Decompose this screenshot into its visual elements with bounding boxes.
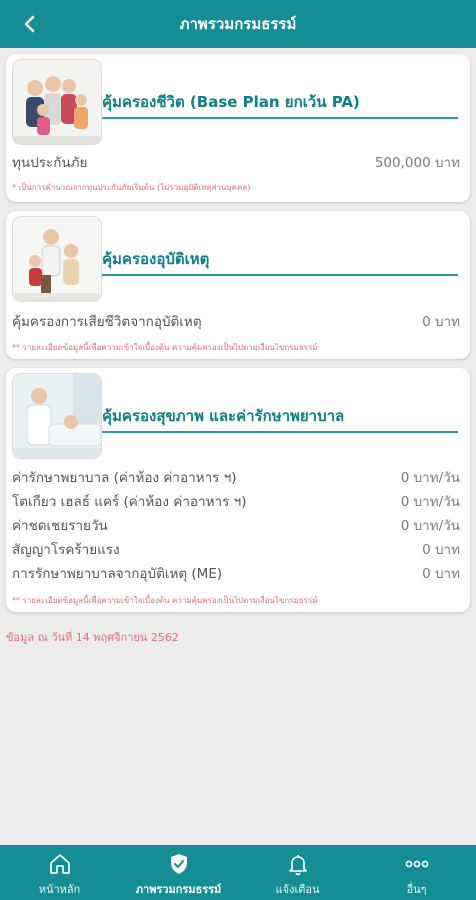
nav-label: หน้าหลัก [38, 883, 81, 896]
row-value: 500,000 บาท [374, 155, 460, 171]
coverage-row: สัญญาโรคร้ายแรง 0 บาท [12, 538, 460, 560]
row-value: 0 บาท [422, 566, 460, 582]
back-button[interactable] [14, 8, 46, 40]
coverage-row: การรักษาพยาบาลจากอุบัติเหตุ (ME) 0 บาท [12, 562, 460, 584]
card-title: คุ้มครองอุบัติเหตุ [102, 250, 210, 268]
coverage-row: โตเกียว เฮลธ์ แคร์ (ค่าห้อง ค่าอาหาร ฯ) … [12, 490, 460, 512]
card-title: คุ้มครองชีวิต (Base Plan ยกเว้น PA) [102, 93, 360, 111]
health-coverage-card[interactable]: คุ้มครองสุขภาพ และค่ารักษาพยาบาล ค่ารักษ… [6, 368, 470, 612]
bottom-nav: หน้าหลัก ภาพรวมกรมธรรม์ แจ้งเตือน อื่นๆ [0, 845, 476, 900]
life-coverage-card[interactable]: คุ้มครองชีวิต (Base Plan ยกเว้น PA) ทุนป… [6, 54, 470, 202]
nav-label: ภาพรวมกรมธรรม์ [135, 883, 222, 896]
row-value: 0 บาท [422, 314, 460, 330]
footnote: * เป็นการคำนวณจากทุนประกันภัยเริ่มต้น (ไ… [12, 183, 251, 192]
footnote: ** รายละเอียดข้อมูลนี้เพื่อความเข้าใจเบื… [12, 343, 318, 352]
chevron-left-icon [24, 15, 35, 33]
row-label: ค่าชดเชยรายวัน [12, 518, 108, 534]
data-as-of-date: ข้อมูล ณ วันที่ 14 พฤศจิกายน 2562 [6, 631, 179, 644]
row-label: ค่ารักษาพยาบาล (ค่าห้อง ค่าอาหาร ฯ) [12, 470, 237, 486]
nav-label: อื่นๆ [406, 883, 427, 896]
footnote: ** รายละเอียดข้อมูลนี้เพื่อความเข้าใจเบื… [12, 596, 318, 605]
family-photo [13, 60, 101, 144]
doctor-patient-photo [13, 374, 101, 458]
family-outdoor-photo [13, 217, 101, 301]
nav-home[interactable]: หน้าหลัก [0, 845, 119, 900]
accident-coverage-card[interactable]: คุ้มครองอุบัติเหตุ คุ้มครองการเสียชีวิตจ… [6, 211, 470, 359]
bell-icon [285, 852, 311, 876]
nav-notifications[interactable]: แจ้งเตือน [238, 845, 357, 900]
coverage-row: ค่าชดเชยรายวัน 0 บาท/วัน [12, 514, 460, 536]
nav-more[interactable]: อื่นๆ [357, 845, 476, 900]
app-header: ภาพรวมกรมธรรม์ [0, 0, 476, 48]
row-label: คุ้มครองการเสียชีวิตจากอุบัติเหตุ [12, 314, 202, 330]
nav-label: แจ้งเตือน [275, 883, 320, 896]
card-title: คุ้มครองสุขภาพ และค่ารักษาพยาบาล [102, 407, 345, 425]
shield-check-icon [166, 852, 192, 876]
page-title: ภาพรวมกรมธรรม์ [179, 15, 297, 33]
title-divider [102, 431, 458, 433]
row-value: 0 บาท/วัน [400, 518, 460, 534]
row-label: สัญญาโรคร้ายแรง [12, 542, 120, 558]
row-label: การรักษาพยาบาลจากอุบัติเหตุ (ME) [12, 566, 223, 582]
row-value: 0 บาท/วัน [400, 494, 460, 510]
row-label: โตเกียว เฮลธ์ แคร์ (ค่าห้อง ค่าอาหาร ฯ) [12, 494, 247, 510]
row-value: 0 บาท [422, 542, 460, 558]
more-dots-icon [404, 852, 430, 876]
coverage-row: ทุนประกันภัย 500,000 บาท [12, 151, 460, 173]
nav-policy-overview[interactable]: ภาพรวมกรมธรรม์ [119, 845, 238, 900]
row-label: ทุนประกันภัย [12, 155, 88, 171]
coverage-row: ค่ารักษาพยาบาล (ค่าห้อง ค่าอาหาร ฯ) 0 บา… [12, 466, 460, 488]
home-icon [47, 852, 73, 876]
title-divider [102, 117, 458, 119]
coverage-row: คุ้มครองการเสียชีวิตจากอุบัติเหตุ 0 บาท [12, 310, 460, 332]
row-value: 0 บาท/วัน [400, 470, 460, 486]
title-divider [102, 274, 458, 276]
